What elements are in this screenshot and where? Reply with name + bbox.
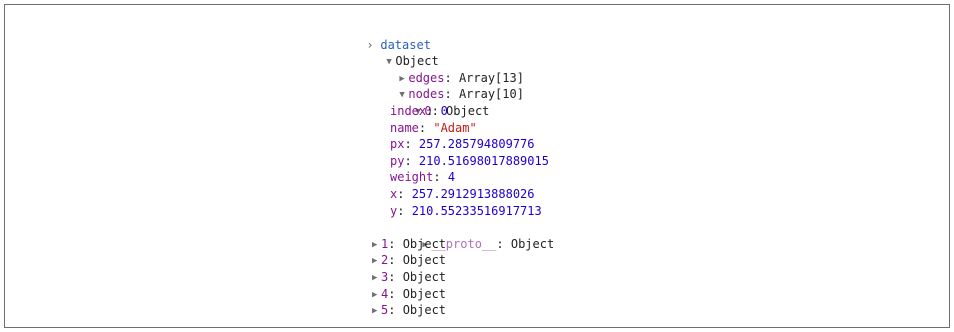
- console-command-line: › dataset: [323, 20, 554, 52]
- node-value: Object: [402, 236, 447, 251]
- node-value: Object: [402, 253, 447, 268]
- node-0-prop-index: index: 0: [390, 103, 448, 118]
- tree-item-nodes[interactable]: ▼ nodes: Array[10]: [356, 70, 554, 101]
- node-0-prop-weight: weight: 4: [390, 170, 456, 185]
- tree-item-node-1[interactable]: ▶ 1: Object: [372, 236, 554, 253]
- prop-key: weight: [390, 170, 434, 185]
- collapsed-triangle-icon[interactable]: ▶: [372, 270, 381, 287]
- prop-key: px: [390, 137, 405, 152]
- tree-item-node-5[interactable]: ▶ 5: Object: [372, 302, 554, 319]
- prop-value: 210.51698017889015: [418, 153, 549, 168]
- prop-value: 4: [447, 170, 456, 185]
- tree-item-node-0[interactable]: ▼ 0: Object: [372, 86, 554, 118]
- prop-value: 210.55233516917713: [411, 203, 542, 218]
- devtools-console-panel: › dataset ▼ Object ▶ edges: Array[13] ▼ node…: [4, 4, 950, 328]
- collapsed-triangle-icon[interactable]: ▶: [372, 253, 381, 270]
- tree-item-node-2[interactable]: ▶ 2: Object: [372, 252, 554, 269]
- node-value: Object: [402, 286, 447, 301]
- prop-value: 257.2912913888026: [411, 186, 535, 201]
- prop-key: name: [390, 120, 419, 135]
- console-output: › dataset ▼ Object ▶ edges: Array[13] ▼ node…: [323, 20, 554, 319]
- collapsed-triangle-icon[interactable]: ▶: [372, 287, 381, 304]
- node-value: Object: [402, 303, 447, 318]
- node-0-prop-name: name: "Adam": [390, 120, 477, 135]
- node-0-prop-px: px: 257.285794809776: [390, 137, 535, 152]
- node-0-prop-y: y: 210.55233516917713: [390, 203, 542, 218]
- tree-root-object[interactable]: ▼ Object: [343, 37, 554, 68]
- tree-item-edges[interactable]: ▶ edges: Array[13]: [356, 53, 554, 85]
- prop-key: index: [390, 103, 427, 118]
- tree-item-node-3[interactable]: ▶ 3: Object: [372, 269, 554, 286]
- prop-key: py: [390, 153, 405, 168]
- prop-value: "Adam": [433, 120, 477, 135]
- tree-item-proto[interactable]: ▶ __proto__: Object: [379, 219, 554, 251]
- collapsed-triangle-icon[interactable]: ▶: [372, 237, 381, 254]
- prop-value: 257.285794809776: [418, 137, 535, 152]
- node-value: Object: [402, 269, 447, 284]
- node-0-prop-x: x: 257.2912913888026: [390, 186, 535, 201]
- node-0-prop-py: py: 210.51698017889015: [390, 153, 549, 168]
- prop-value: 0: [440, 103, 448, 118]
- tree-item-node-4[interactable]: ▶ 4: Object: [372, 286, 554, 303]
- collapsed-triangle-icon[interactable]: ▶: [372, 303, 381, 320]
